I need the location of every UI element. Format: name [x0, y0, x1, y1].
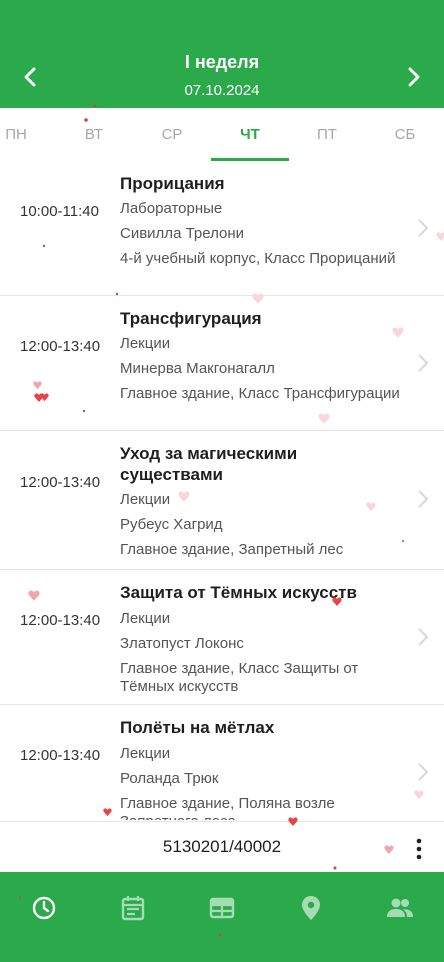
tab-day-sat[interactable]: СБ [375, 108, 435, 162]
lesson-teacher: Рубеус Хагрид [120, 516, 223, 533]
nav-timetable-button[interactable] [200, 890, 244, 926]
tab-day-tue[interactable]: ВТ [64, 108, 124, 162]
chevron-right-icon [418, 354, 429, 372]
lesson-location: 4-й учебный корпус, Класс Прорицаний [120, 250, 396, 267]
schedule-table-icon [209, 897, 235, 919]
lesson-subject: Трансфигурация [120, 309, 262, 328]
week-header: I неделя 07.10.2024 [0, 0, 444, 108]
week-title: I неделя [184, 52, 260, 72]
lesson-card[interactable]: 12:00-13:40 Уход за магическими существа… [0, 431, 444, 570]
lesson-type: Лекции [120, 335, 171, 352]
location-pin-icon [302, 896, 320, 920]
tab-day-wed[interactable]: СР [142, 108, 202, 162]
tab-day-fri[interactable]: ПТ [297, 108, 357, 162]
lesson-teacher: Минерва Макгонагалл [120, 360, 275, 377]
lesson-time: 12:00-13:40 [20, 612, 101, 629]
chevron-right-icon [408, 67, 420, 87]
lesson-time: 10:00-11:40 [20, 203, 99, 220]
lesson-time: 12:00-13:40 [20, 747, 101, 764]
group-bar: 5130201/40002 [0, 821, 444, 872]
next-week-button[interactable] [399, 62, 429, 92]
lesson-type: Лекции [120, 610, 171, 627]
lesson-card[interactable]: 10:00-11:40 Прорицания Лабораторные Сиви… [0, 162, 444, 296]
nav-calendar-button[interactable] [111, 890, 155, 926]
tab-day-thu[interactable]: ЧТ [220, 108, 280, 162]
lesson-card[interactable]: 12:00-13:40 Полёты на мётлах Лекции Рола… [0, 705, 444, 820]
lesson-location: Главное здание, Класс Защиты от Тёмных и… [120, 660, 359, 695]
lesson-subject: Уход за магическими существами [120, 444, 298, 484]
lesson-subject: Защита от Тёмных искусств [120, 583, 357, 602]
lesson-type: Лекции [120, 745, 171, 762]
bottom-navigation [0, 872, 444, 962]
nav-people-button[interactable] [378, 890, 422, 926]
nav-map-button[interactable] [289, 890, 333, 926]
clock-icon [32, 896, 56, 920]
week-date: 07.10.2024 [184, 82, 260, 99]
people-icon [387, 898, 413, 917]
calendar-icon [121, 896, 145, 921]
lesson-teacher: Сивилла Трелони [120, 225, 245, 242]
nav-schedule-button[interactable] [22, 890, 66, 926]
lesson-type: Лабораторные [120, 200, 223, 217]
lesson-subject: Прорицания [120, 174, 225, 193]
chevron-right-icon [418, 763, 429, 781]
lesson-teacher: Златопуст Локонс [120, 635, 244, 652]
active-day-indicator [211, 158, 289, 161]
lesson-location: Главное здание, Поляна возле Запретного … [120, 795, 335, 820]
lessons-list[interactable]: 10:00-11:40 Прорицания Лабораторные Сиви… [0, 162, 444, 820]
more-vertical-icon[interactable] [416, 838, 422, 860]
group-number[interactable]: 5130201/40002 [0, 837, 444, 857]
lesson-location: Главное здание, Запретный лес [120, 541, 344, 558]
lesson-card[interactable]: 12:00-13:40 Трансфигурация Лекции Минерв… [0, 296, 444, 431]
lesson-type: Лекции [120, 491, 171, 508]
lesson-subject: Полёты на мётлах [120, 718, 275, 737]
chevron-right-icon [418, 628, 429, 646]
tab-day-mon[interactable]: ПН [0, 108, 46, 162]
chevron-right-icon [418, 219, 429, 237]
lesson-time: 12:00-13:40 [20, 474, 101, 491]
lesson-location: Главное здание, Класс Трансфигурации [120, 385, 400, 402]
lesson-teacher: Роланда Трюк [120, 770, 219, 787]
day-tabs: ПН ВТ СР ЧТ ПТ СБ [0, 108, 444, 162]
lesson-time: 12:00-13:40 [20, 338, 101, 355]
lesson-card[interactable]: 12:00-13:40 Защита от Тёмных искусств Ле… [0, 570, 444, 705]
chevron-right-icon [418, 490, 429, 508]
